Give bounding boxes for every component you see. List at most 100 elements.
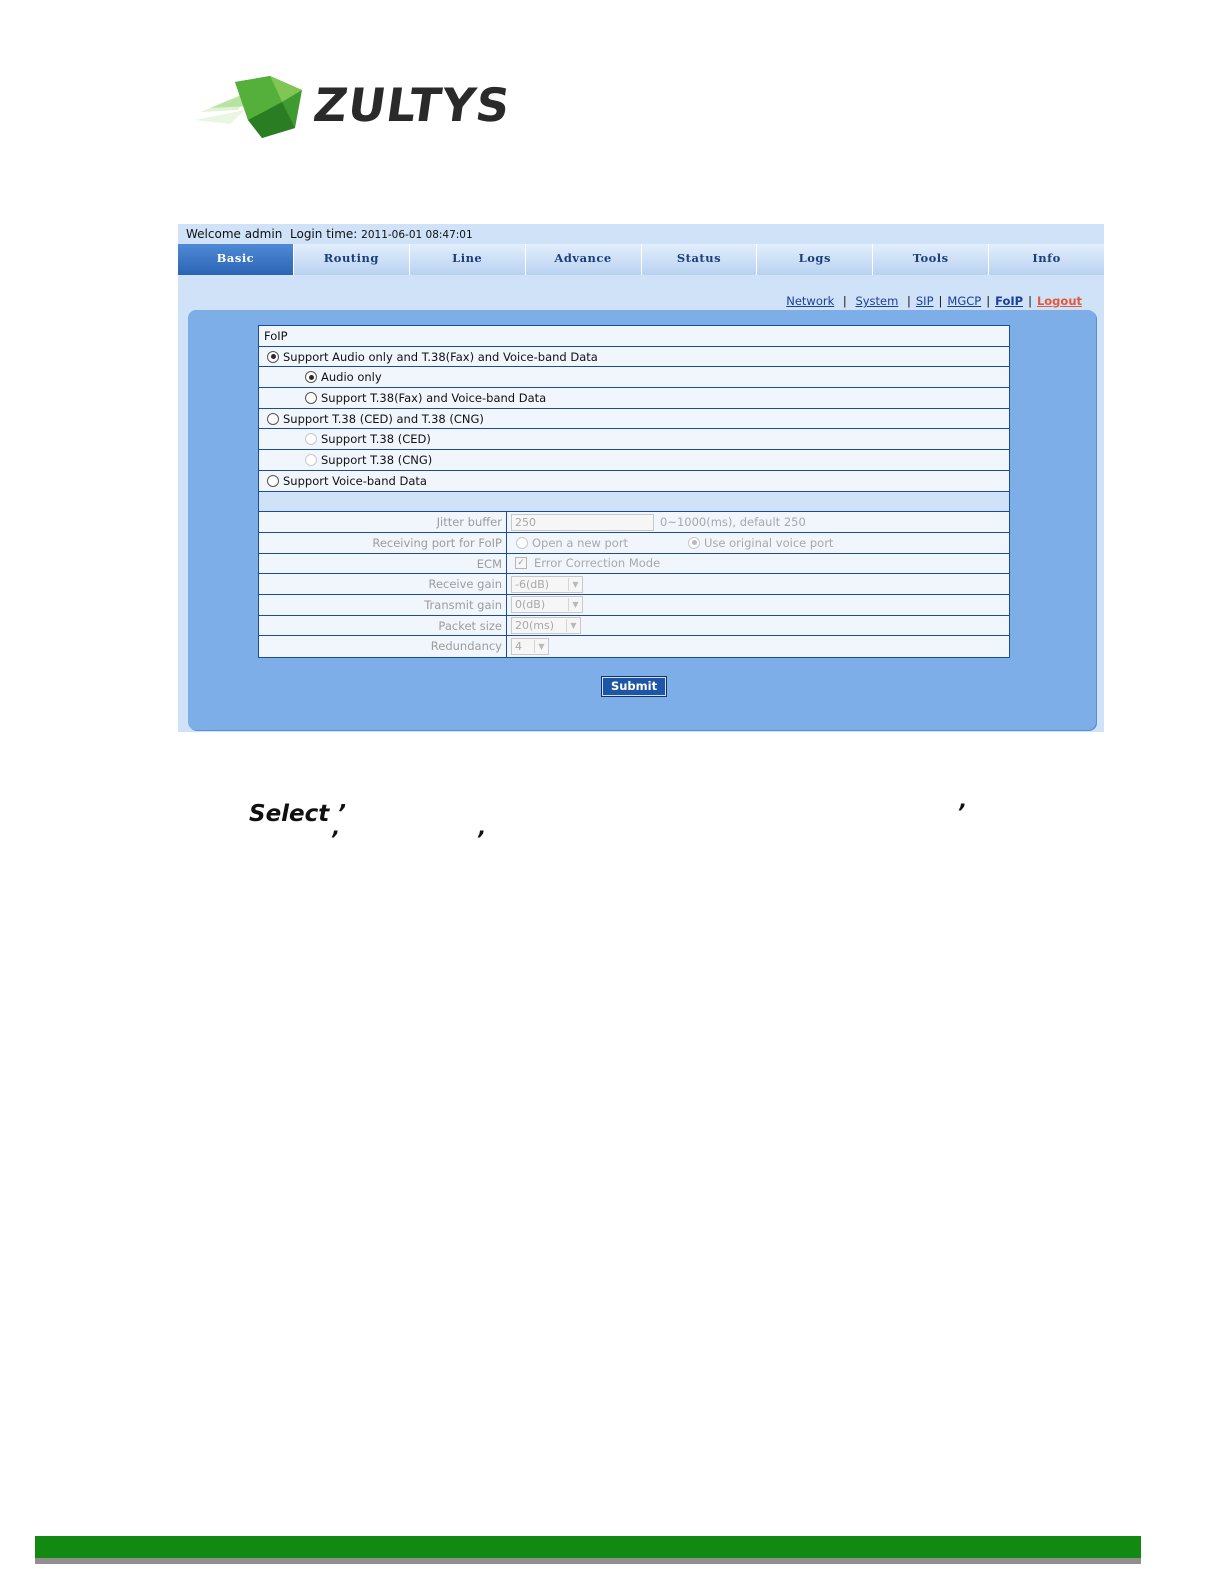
tab-logs[interactable]: Logs [757,244,874,275]
link-logout[interactable]: Logout [1037,294,1082,308]
link-foip[interactable]: FoIP [995,294,1023,308]
radio-t38-voiceband[interactable]: Support T.38(Fax) and Voice-band Data [259,388,1009,408]
radio-disabled-icon [516,536,528,549]
foip-header: FoIP [259,326,1009,347]
main-tabs: Basic Routing Line Advance Status Logs T… [178,244,1104,275]
chevron-down-icon: ▼ [568,577,582,591]
top-bar: Welcome admin Login time: 2011-06-01 08:… [178,224,1104,244]
ecm-label: ECM [259,553,507,574]
tab-info[interactable]: Info [989,244,1104,275]
packet-size-select: 20(ms) ▼ [511,616,581,634]
foip-table: FoIP Support Audio only and T.38(Fax) an… [258,325,1010,658]
content-panel: FoIP Support Audio only and T.38(Fax) an… [188,310,1096,730]
radio-audio-t38-voiceband[interactable]: Support Audio only and T.38(Fax) and Voi… [259,347,1009,367]
transmit-gain-select: 0(dB) ▼ [511,596,583,614]
link-network[interactable]: Network [786,294,834,308]
option-label: Support Audio only and T.38(Fax) and Voi… [283,349,598,364]
field-row-port: Receiving port for FoIP Open a new port … [259,532,1009,554]
submit-button[interactable]: Submit [601,676,667,697]
quote-mark: ’ [476,828,485,853]
receiving-port-label: Receiving port for FoIP [259,532,507,553]
separator: | [907,294,911,308]
field-row-transmit-gain: Transmit gain 0(dB) ▼ [259,594,1009,616]
radio-disabled-icon [305,453,317,466]
chevron-down-icon: ▼ [568,598,582,612]
footer-bar [35,1536,1141,1564]
zultys-logo-mark [195,76,302,138]
tab-line[interactable]: Line [409,244,526,275]
instruction-caption: Select ’ [249,801,347,827]
jitter-buffer-hint: 0~1000(ms), default 250 [660,515,806,530]
welcome-text: Welcome admin [186,227,283,241]
option-label: Support T.38(Fax) and Voice-band Data [321,390,547,405]
login-info: Login time: 2011-06-01 08:47:01 [290,224,473,245]
option-label: Audio only [321,370,382,385]
separator: | [938,294,943,308]
radio-voiceband[interactable]: Support Voice-band Data [259,471,1009,491]
redundancy-label: Redundancy [259,636,507,657]
use-original-port-label: Use original voice port [704,535,834,550]
option-row: Support Voice-band Data [259,471,1009,492]
sub-navigation: Network | System | SIP | MGCP | FoIP | Logout [786,294,1082,308]
option-label: Support T.38 (CED) and T.38 (CNG) [283,411,484,426]
tab-tools[interactable]: Tools [873,244,990,275]
option-row: Support T.38(Fax) and Voice-band Data [259,388,1009,409]
link-sip[interactable]: SIP [916,294,934,308]
chevron-down-icon: ▼ [566,618,580,632]
radio-audio-only[interactable]: Audio only [259,367,1009,387]
transmit-gain-value: 0(dB) [515,598,546,612]
open-new-port-label: Open a new port [532,535,629,550]
radio-unselected-icon [305,391,317,404]
radio-disabled-icon [305,433,317,446]
logo-wordmark: ZULTYS [310,78,515,132]
packet-size-value: 20(ms) [515,618,555,632]
tab-status[interactable]: Status [641,244,758,275]
radio-disabled-selected-icon [688,536,700,549]
link-system[interactable]: System [855,294,898,308]
field-row-packet-size: Packet size 20(ms) ▼ [259,615,1009,637]
field-row-receive-gain: Receive gain -6(dB) ▼ [259,574,1009,595]
radio-unselected-icon [267,474,279,487]
login-time: 2011-06-01 08:47:01 [361,229,473,241]
tab-basic[interactable]: Basic [178,244,294,275]
separator: | [1028,294,1032,308]
transmit-gain-label: Transmit gain [259,594,507,615]
tab-routing[interactable]: Routing [293,244,410,275]
ecm-option-label: Error Correction Mode [534,556,661,571]
quote-mark: ’ [957,801,966,826]
spacer-row [259,491,1009,513]
field-row-jitter: Jitter buffer 250 0~1000(ms), default 25… [259,512,1009,533]
option-row: Support T.38 (CED) [259,429,1009,451]
option-label: Support T.38 (CED) [321,432,431,447]
redundancy-select: 4 ▼ [511,638,549,656]
web-ui-screenshot: Welcome admin Login time: 2011-06-01 08:… [178,224,1104,732]
tab-advance[interactable]: Advance [525,244,642,275]
radio-t38-cng: Support T.38 (CNG) [259,450,1009,470]
zultys-logo: ZULTYS [190,72,520,144]
redundancy-value: 4 [515,640,522,654]
login-label: Login time: [290,227,362,241]
quote-mark: ’ [330,828,339,853]
field-row-redundancy: Redundancy 4 ▼ [259,636,1009,657]
option-row: Support T.38 (CED) and T.38 (CNG) [259,409,1009,430]
receive-gain-label: Receive gain [259,574,507,594]
separator: | [986,294,991,308]
link-mgcp[interactable]: MGCP [947,294,981,308]
separator: | [842,294,847,308]
option-label: Support Voice-band Data [283,473,427,488]
jitter-buffer-label: Jitter buffer [259,512,507,532]
option-row: Support T.38 (CNG) [259,450,1009,471]
receive-gain-select: -6(dB) ▼ [511,575,583,593]
radio-selected-icon [305,371,317,384]
option-row: Support Audio only and T.38(Fax) and Voi… [259,347,1009,368]
radio-selected-icon [267,350,279,363]
radio-t38-ced-cng[interactable]: Support T.38 (CED) and T.38 (CNG) [259,409,1009,429]
radio-unselected-icon [267,412,279,425]
option-label: Support T.38 (CNG) [321,452,433,467]
option-row: Audio only [259,367,1009,389]
receive-gain-value: -6(dB) [515,577,550,591]
ecm-checkbox: ✓ [515,557,527,570]
radio-t38-ced: Support T.38 (CED) [259,429,1009,449]
field-row-ecm: ECM ✓ Error Correction Mode [259,553,1009,575]
jitter-buffer-input: 250 [511,513,654,531]
